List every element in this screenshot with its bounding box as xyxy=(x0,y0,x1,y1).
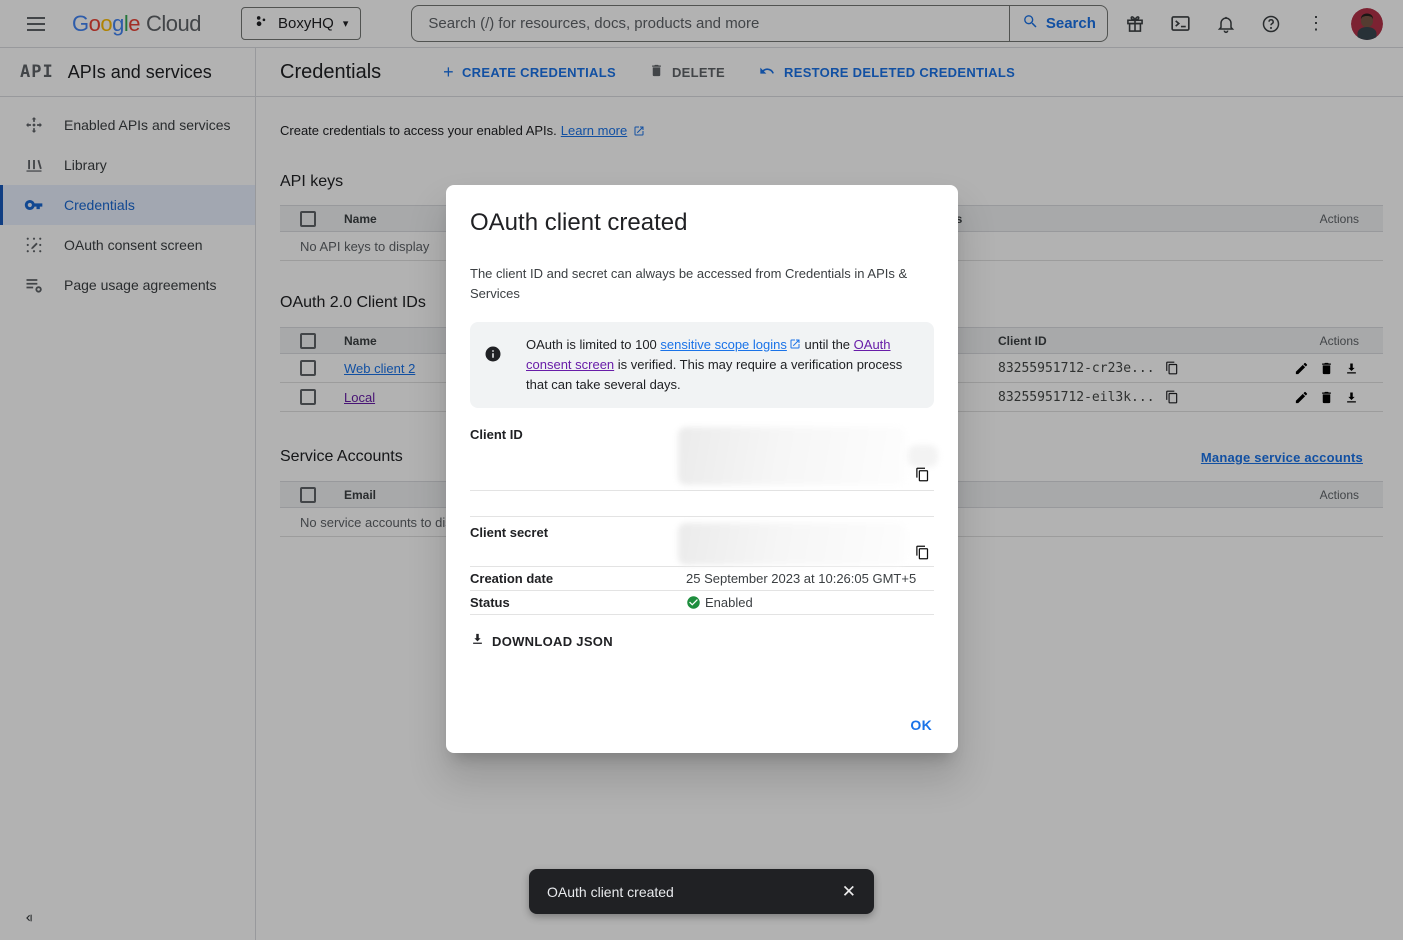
oauth-client-created-dialog: OAuth client created The client ID and s… xyxy=(446,185,958,753)
info-icon xyxy=(484,335,514,395)
notice-text: OAuth is limited to 100 sensitive scope … xyxy=(526,335,916,395)
copy-client-id-button[interactable] xyxy=(915,467,930,482)
client-secret-row: Client secret xyxy=(470,517,934,567)
snackbar: OAuth client created ✕ xyxy=(529,869,874,914)
redacted-client-id-value xyxy=(678,427,906,485)
external-link-icon xyxy=(789,338,801,350)
redacted-client-secret-value xyxy=(678,523,906,565)
status-value: Enabled xyxy=(705,595,753,610)
download-json-button[interactable]: DOWNLOAD JSON xyxy=(470,628,621,654)
sensitive-scope-logins-link[interactable]: sensitive scope logins xyxy=(660,337,786,352)
dialog-description: The client ID and secret can always be a… xyxy=(470,264,920,304)
client-id-row: Client ID xyxy=(470,421,934,491)
oauth-limit-notice: OAuth is limited to 100 sensitive scope … xyxy=(470,322,934,408)
ok-button[interactable]: OK xyxy=(910,717,932,733)
status-row: Status Enabled xyxy=(470,591,934,615)
close-icon[interactable]: ✕ xyxy=(842,882,856,902)
download-icon xyxy=(470,632,485,650)
copy-client-secret-button[interactable] xyxy=(915,545,930,560)
creation-date-value: 25 September 2023 at 10:26:05 GMT+5 xyxy=(686,571,916,586)
spacer-row xyxy=(470,491,934,517)
google-cloud-console: Google Cloud BoxyHQ ▾ Search xyxy=(0,0,1403,940)
creation-date-row: Creation date 25 September 2023 at 10:26… xyxy=(470,567,934,591)
check-circle-icon xyxy=(686,595,701,610)
dialog-title: OAuth client created xyxy=(470,209,934,237)
snackbar-message: OAuth client created xyxy=(547,884,674,900)
redacted-client-id-value xyxy=(908,445,938,467)
